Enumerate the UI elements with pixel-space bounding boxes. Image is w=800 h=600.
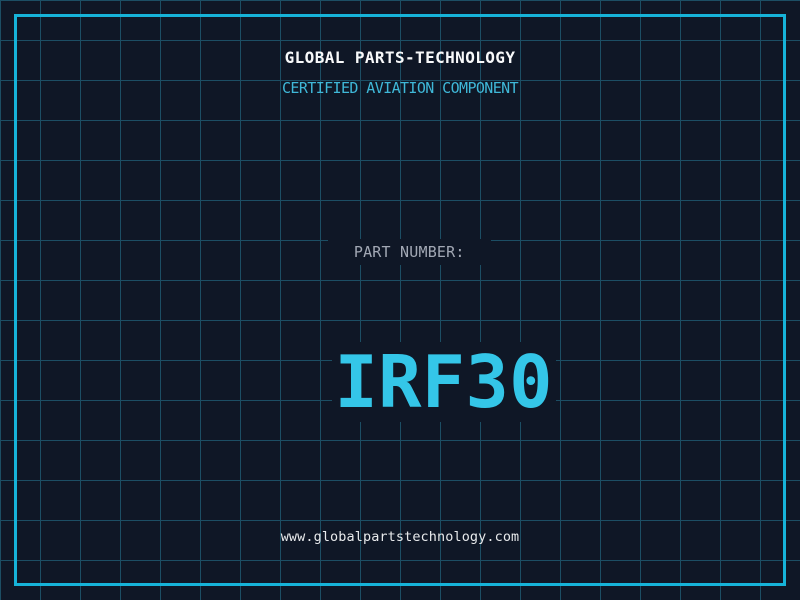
part-number-label-row: PART NUMBER:: [0, 216, 800, 264]
part-number-value: IRF30: [332, 342, 556, 422]
company-name: GLOBAL PARTS-TECHNOLOGY: [0, 46, 800, 70]
certification-line: CERTIFIED AVIATION COMPONENT: [0, 76, 800, 100]
website-url: www.globalpartstechnology.com: [0, 525, 800, 549]
part-number-row: IRF30: [0, 262, 800, 422]
